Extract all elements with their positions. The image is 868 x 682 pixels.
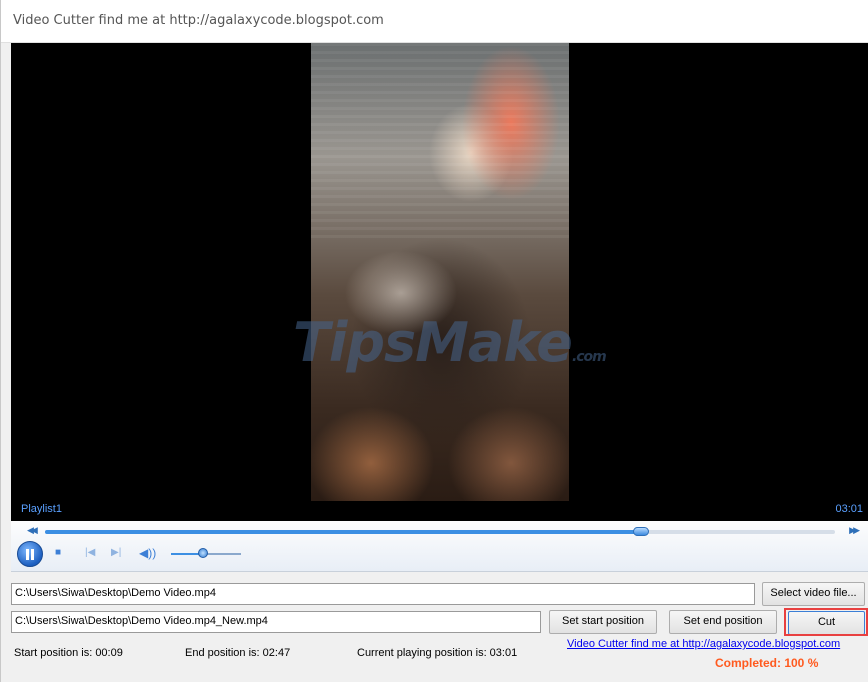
- playlist-label: Playlist1: [21, 503, 62, 515]
- watermark-main: TipsMake: [293, 311, 573, 374]
- app-window: Video Cutter find me at http://agalaxyco…: [0, 0, 868, 682]
- previous-icon[interactable]: |◀: [85, 546, 95, 560]
- video-frame-texture: [311, 43, 569, 243]
- pause-bar-right: [31, 549, 34, 560]
- end-position-label: End position is: 02:47: [185, 647, 291, 659]
- title-bar: Video Cutter find me at http://agalaxyco…: [1, 0, 868, 43]
- output-file-path-field[interactable]: C:\Users\Siwa\Desktop\Demo Video.mp4_New…: [11, 611, 541, 633]
- window-title: Video Cutter find me at http://agalaxyco…: [13, 13, 384, 28]
- duration-label: 03:01: [835, 503, 863, 515]
- pause-icon[interactable]: [17, 541, 43, 567]
- set-start-position-button[interactable]: Set start position: [549, 610, 657, 634]
- seek-bar[interactable]: [45, 530, 835, 534]
- next-icon[interactable]: ▶|: [111, 546, 121, 560]
- video-player[interactable]: TipsMake.com Playlist1 03:01: [11, 43, 868, 521]
- volume-icon[interactable]: ◀)): [139, 546, 156, 560]
- start-position-label: Start position is: 00:09: [14, 647, 123, 659]
- watermark: TipsMake.com: [293, 311, 613, 374]
- player-controls: ◀◀ ▶▶ ■ |◀ ▶| ◀)): [11, 521, 868, 572]
- fast-forward-icon[interactable]: ▶▶: [849, 525, 860, 536]
- input-file-path-field[interactable]: C:\Users\Siwa\Desktop\Demo Video.mp4: [11, 583, 755, 605]
- volume-slider[interactable]: [171, 548, 241, 558]
- seek-bar-fill: [45, 530, 642, 534]
- author-link[interactable]: Video Cutter find me at http://agalaxyco…: [567, 638, 840, 650]
- video-frame: [311, 43, 569, 501]
- set-end-position-button[interactable]: Set end position: [669, 610, 777, 634]
- volume-thumb[interactable]: [197, 548, 208, 558]
- current-position-label: Current playing position is: 03:01: [357, 647, 518, 659]
- cut-button-highlight: [784, 608, 868, 636]
- pause-bar-left: [26, 549, 29, 560]
- seek-thumb[interactable]: [633, 527, 650, 536]
- watermark-suffix: .com: [571, 349, 607, 365]
- rewind-icon[interactable]: ◀◀: [27, 525, 38, 536]
- select-video-file-button[interactable]: Select video file...: [762, 582, 865, 606]
- completed-status: Completed: 100 %: [715, 656, 819, 670]
- stop-icon[interactable]: ■: [55, 546, 61, 560]
